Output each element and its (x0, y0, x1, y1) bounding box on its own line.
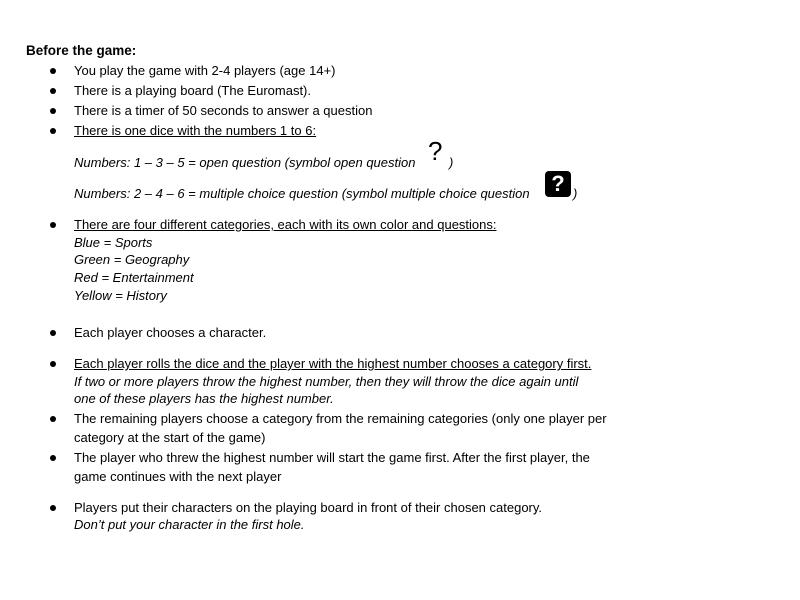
bullet-dot (50, 416, 56, 422)
item-categories: There are four different categories, eac… (74, 217, 497, 232)
document-page: Before the game: You play the game with … (0, 0, 800, 600)
open-question-icon: ? (428, 136, 443, 166)
item-remaining-1: The remaining players choose a category … (74, 411, 607, 426)
category-green: Green = Geography (74, 252, 190, 267)
item-dice: There is one dice with the numbers 1 to … (74, 123, 317, 138)
dice-open-question: Numbers: 1 – 3 – 5 = open question (symb… (74, 155, 416, 170)
item-remaining-2: category at the start of the game) (74, 430, 266, 445)
open-question-paren: ) (449, 155, 454, 170)
item-timer: There is a timer of 50 seconds to answer… (74, 103, 373, 118)
bullet-dot (50, 505, 56, 511)
bullet-dot (50, 128, 56, 134)
bullet-dot (50, 68, 56, 74)
item-players: You play the game with 2-4 players (age … (74, 63, 336, 78)
multiple-choice-paren: ) (573, 186, 578, 201)
bullet-dot (50, 455, 56, 461)
multiple-choice-icon: ? (545, 171, 571, 197)
bullet-dot (50, 330, 56, 336)
item-character: Each player chooses a character. (74, 325, 267, 340)
item-first-1: The player who threw the highest number … (74, 450, 590, 465)
item-place-2: Don’t put your character in the first ho… (74, 517, 305, 532)
section-heading: Before the game: (26, 43, 137, 58)
category-blue: Blue = Sports (74, 235, 153, 250)
item-roll: Each player rolls the dice and the playe… (74, 356, 592, 371)
bullet-dot (50, 88, 56, 94)
item-board: There is a playing board (The Euromast). (74, 83, 311, 98)
bullet-dot (50, 361, 56, 367)
bullet-dot (50, 222, 56, 228)
item-place-1: Players put their characters on the play… (74, 500, 543, 515)
item-roll-tie-1: If two or more players throw the highest… (74, 374, 579, 389)
bullet-dot (50, 108, 56, 114)
category-yellow: Yellow = History (74, 288, 167, 303)
item-first-2: game continues with the next player (74, 469, 282, 484)
category-red: Red = Entertainment (74, 270, 194, 285)
item-roll-tie-2: one of these players has the highest num… (74, 391, 334, 406)
dice-multiple-choice: Numbers: 2 – 4 – 6 = multiple choice que… (74, 186, 530, 201)
